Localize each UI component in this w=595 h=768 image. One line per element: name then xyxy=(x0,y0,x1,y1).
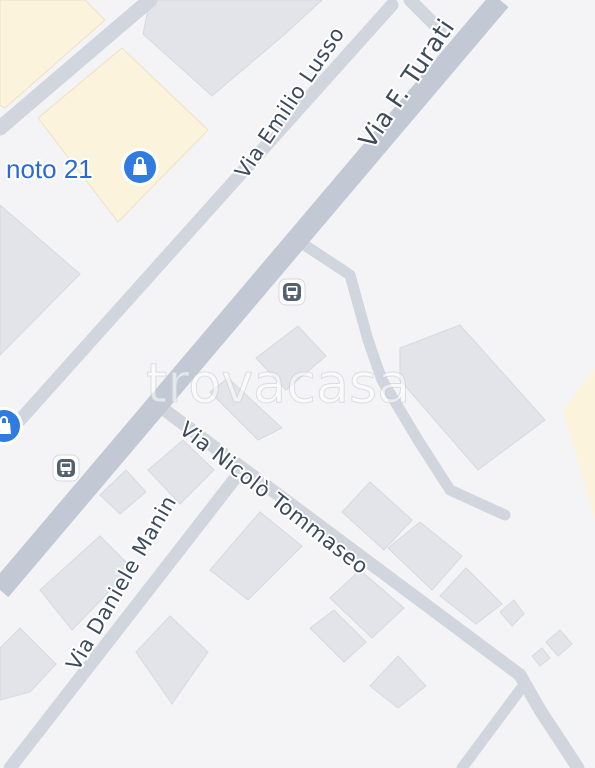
map-canvas[interactable]: Via F. Turati Via Emilio Lusso Via Nicol… xyxy=(0,0,595,768)
poi-label: noto 21 xyxy=(6,154,93,184)
bus-stop-icon[interactable] xyxy=(278,278,306,306)
watermark: trovacasa xyxy=(146,352,410,415)
poi-noto-21[interactable]: noto 21 xyxy=(4,148,159,186)
bus-stop-icon[interactable] xyxy=(52,454,80,482)
shopping-bag-icon[interactable] xyxy=(121,148,159,186)
